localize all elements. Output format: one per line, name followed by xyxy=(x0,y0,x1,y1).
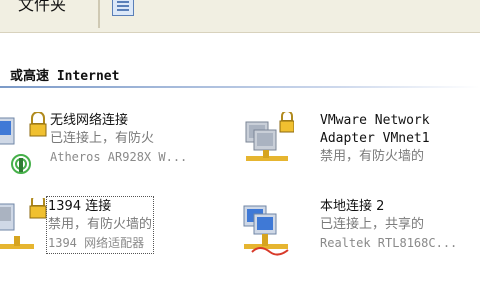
connection-name-line2: Adapter VMnet1 xyxy=(320,131,430,146)
connection-1394[interactable]: 1394 连接 禁用，有防火墙的 1394 网络适配器 xyxy=(0,196,224,268)
wireless-network-icon xyxy=(0,112,47,174)
views-icon[interactable] xyxy=(112,0,134,16)
group-title: 或高速 Internet xyxy=(10,69,120,84)
connection-status: 已连接上，共享的 xyxy=(320,217,425,232)
toolbar-separator xyxy=(98,0,100,28)
connection-name: VMware Network xyxy=(320,113,430,128)
connection-device: Realtek RTL8168C... xyxy=(320,236,458,250)
connection-device: Atheros AR928X W... xyxy=(50,150,188,164)
connection-status: 禁用，有防火墙的 xyxy=(320,149,425,164)
network-connection-icon xyxy=(0,198,47,249)
group-divider xyxy=(0,86,480,88)
connection-name: 1394 连接 xyxy=(48,199,112,214)
connection-vmware[interactable]: VMware Network Adapter VMnet1 禁用，有防火墙的 xyxy=(238,112,468,182)
toolbar: 文件夹 xyxy=(0,0,480,33)
connection-name: 无线网络连接 xyxy=(50,113,129,128)
network-connection-icon xyxy=(245,112,294,161)
connection-status: 已连接上，有防火 xyxy=(50,131,155,146)
connection-wireless[interactable]: 无线网络连接 已连接上，有防火 Atheros AR928X W... xyxy=(0,112,224,182)
connection-status: 禁用，有防火墙的 xyxy=(48,217,153,232)
folders-button[interactable]: 文件夹 xyxy=(0,0,92,26)
connection-name: 本地连接 2 xyxy=(320,199,385,214)
connection-local-2[interactable]: 本地连接 2 已连接上，共享的 Realtek RTL8168C... xyxy=(238,198,468,268)
shared-connection-icon xyxy=(243,205,289,256)
group-header: 或高速 Internet xyxy=(0,58,480,88)
connection-device: 1394 网络适配器 xyxy=(48,236,145,250)
